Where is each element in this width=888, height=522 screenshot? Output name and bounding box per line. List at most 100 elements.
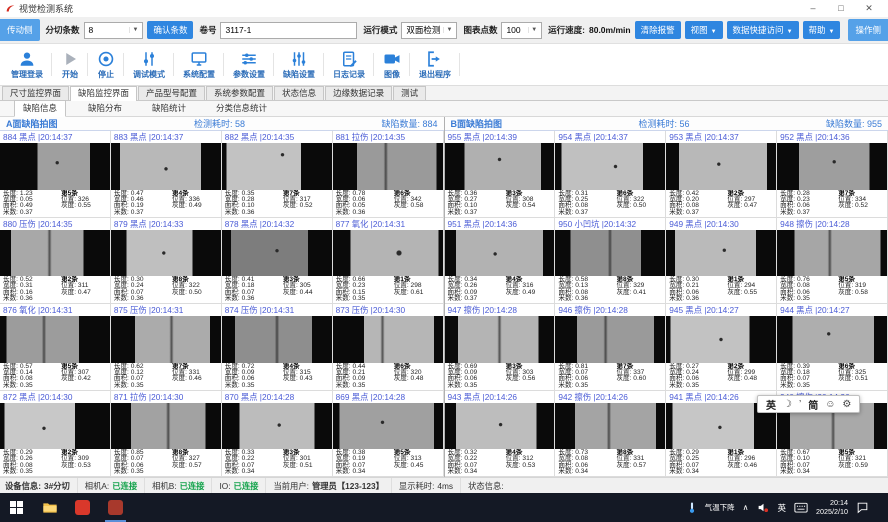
notification-center-icon[interactable] bbox=[856, 501, 869, 514]
main-tab-4[interactable]: 状态信息 bbox=[274, 86, 324, 100]
defect-cell[interactable]: 955 黑点 |20:14:39 长度: 0.36宽度: 0.27面积: 0.1… bbox=[445, 131, 556, 218]
action-button-stop[interactable]: 停止 bbox=[88, 44, 124, 85]
action-button-params-sliders[interactable]: 参数设置 bbox=[224, 44, 274, 85]
drive-side-button[interactable]: 传动侧 bbox=[0, 19, 40, 41]
defect-image[interactable] bbox=[111, 143, 221, 190]
hidden-icons-chevron[interactable]: ∧ bbox=[743, 503, 749, 512]
main-tab-6[interactable]: 测试 bbox=[393, 86, 426, 100]
defect-image[interactable] bbox=[445, 403, 555, 450]
defect-image[interactable] bbox=[222, 143, 332, 190]
confirm-count-button[interactable]: 确认条数 bbox=[147, 21, 193, 39]
defect-image[interactable] bbox=[111, 403, 221, 450]
defect-cell[interactable]: 949 黑点 |20:14:30 长度: 0.30宽度: 0.21面积: 0.0… bbox=[666, 218, 777, 305]
defect-cell[interactable]: 882 黑点 |20:14:35 长度: 0.35宽度: 0.28面积: 0.1… bbox=[222, 131, 333, 218]
ime-language-indicator[interactable]: 英 bbox=[778, 502, 787, 514]
defect-cell[interactable]: 954 黑点 |20:14:37 长度: 0.31宽度: 0.25面积: 0.0… bbox=[555, 131, 666, 218]
help-menu-button[interactable]: 帮助▼ bbox=[803, 21, 841, 39]
defect-cell[interactable]: 950 小凹坑 |20:14:32 长度: 0.58宽度: 0.13面积: 0.… bbox=[555, 218, 666, 305]
roll-number-input[interactable]: 3117-1 bbox=[220, 22, 357, 39]
defect-cell[interactable]: 872 黑点 |20:14:30 长度: 0.29宽度: 0.26面积: 0.0… bbox=[0, 391, 111, 478]
defect-cell[interactable]: 951 黑点 |20:14:36 长度: 0.34宽度: 0.26面积: 0.0… bbox=[445, 218, 556, 305]
defect-image[interactable] bbox=[555, 143, 665, 190]
action-button-user[interactable]: 管理登录 bbox=[2, 44, 52, 85]
action-button-defect-sliders[interactable]: 缺陷设置 bbox=[274, 44, 324, 85]
action-button-system-monitor[interactable]: 系统配置 bbox=[174, 44, 224, 85]
data-quick-access-button[interactable]: 数据快捷访问▼ bbox=[727, 21, 799, 39]
defect-image[interactable] bbox=[111, 230, 221, 277]
defect-cell[interactable]: 874 压伤 |20:14:31 长度: 0.72宽度: 0.09面积: 0.0… bbox=[222, 304, 333, 391]
main-tab-5[interactable]: 边缘数据记录 bbox=[325, 86, 392, 100]
defect-image[interactable] bbox=[445, 316, 555, 363]
defect-cell[interactable]: 870 黑点 |20:14:28 长度: 0.33宽度: 0.22面积: 0.0… bbox=[222, 391, 333, 478]
defect-cell[interactable]: 952 黑点 |20:14:36 长度: 0.28宽度: 0.23面积: 0.0… bbox=[777, 131, 888, 218]
defect-cell[interactable]: 879 黑点 |20:14:33 长度: 0.30宽度: 0.24面积: 0.0… bbox=[111, 218, 222, 305]
defect-cell[interactable]: 943 黑点 |20:14:26 长度: 0.32宽度: 0.22面积: 0.0… bbox=[445, 391, 556, 478]
main-tab-3[interactable]: 系统参数配置 bbox=[206, 86, 273, 100]
file-explorer-button[interactable] bbox=[33, 493, 66, 522]
defect-cell[interactable]: 948 擦伤 |20:14:28 长度: 0.76宽度: 0.08面积: 0.0… bbox=[777, 218, 888, 305]
clear-alarm-button[interactable]: 清除报警 bbox=[635, 21, 681, 39]
taskbar-clock[interactable]: 20:14 2025/2/10 bbox=[816, 499, 848, 516]
apostrophe-key[interactable]: ’ bbox=[799, 399, 801, 410]
chart-points-select[interactable]: 100 ▼ bbox=[501, 22, 542, 39]
speaker-icon[interactable] bbox=[757, 501, 770, 514]
defect-cell[interactable]: 944 黑点 |20:14:27 长度: 0.39宽度: 0.18面积: 0.0… bbox=[777, 304, 888, 391]
defect-cell[interactable]: 876 氧化 |20:14:31 长度: 0.57宽度: 0.14面积: 0.0… bbox=[0, 304, 111, 391]
app-button-detection[interactable] bbox=[99, 493, 132, 522]
action-button-debug-sliders[interactable]: 调试模式 bbox=[124, 44, 174, 85]
defect-cell[interactable]: 946 擦伤 |20:14:28 长度: 0.81宽度: 0.07面积: 0.0… bbox=[555, 304, 666, 391]
defect-image[interactable] bbox=[0, 316, 110, 363]
defect-cell[interactable]: 880 压伤 |20:14:35 长度: 0.52宽度: 0.31面积: 0.1… bbox=[0, 218, 111, 305]
sub-tab-2[interactable]: 缺陷统计 bbox=[144, 101, 194, 116]
defect-image[interactable] bbox=[333, 403, 443, 450]
app-button-red[interactable] bbox=[66, 493, 99, 522]
defect-image[interactable] bbox=[445, 143, 555, 190]
defect-cell[interactable]: 878 黑点 |20:14:32 长度: 0.41宽度: 0.18面积: 0.0… bbox=[222, 218, 333, 305]
defect-cell[interactable]: 869 黑点 |20:14:28 长度: 0.38宽度: 0.19面积: 0.0… bbox=[333, 391, 444, 478]
defect-image[interactable] bbox=[0, 403, 110, 450]
emoji-icon[interactable]: ☺ bbox=[825, 399, 835, 410]
run-mode-select[interactable]: 双面检测 ▼ bbox=[401, 22, 457, 39]
simplified-toggle[interactable]: 简 bbox=[808, 397, 818, 412]
sub-tab-3[interactable]: 分类信息统计 bbox=[208, 101, 275, 116]
defect-cell[interactable]: 942 擦伤 |20:14:26 长度: 0.73宽度: 0.08面积: 0.0… bbox=[555, 391, 666, 478]
defect-image[interactable] bbox=[333, 230, 443, 277]
defect-image[interactable] bbox=[111, 316, 221, 363]
defect-image[interactable] bbox=[555, 403, 665, 450]
defect-image[interactable] bbox=[0, 230, 110, 277]
defect-image[interactable] bbox=[555, 230, 665, 277]
touch-keyboard-icon[interactable] bbox=[794, 502, 808, 514]
view-menu-button[interactable]: 视图▼ bbox=[685, 21, 723, 39]
defect-cell[interactable]: 871 拉伤 |20:14:30 长度: 0.85宽度: 0.07面积: 0.0… bbox=[111, 391, 222, 478]
main-tab-1[interactable]: 缺陷监控界面 bbox=[70, 86, 137, 101]
defect-cell[interactable]: 881 拉伤 |20:14:35 长度: 0.78宽度: 0.06面积: 0.0… bbox=[333, 131, 444, 218]
defect-cell[interactable]: 877 氧化 |20:14:31 长度: 0.66宽度: 0.23面积: 0.1… bbox=[333, 218, 444, 305]
close-button[interactable]: ✕ bbox=[855, 0, 883, 17]
weather-text[interactable]: 气温下降 bbox=[705, 502, 735, 513]
defect-image[interactable] bbox=[445, 230, 555, 277]
defect-image[interactable] bbox=[666, 316, 776, 363]
defect-image[interactable] bbox=[666, 143, 776, 190]
operate-side-button[interactable]: 操作侧 bbox=[848, 19, 888, 41]
slit-count-select[interactable]: 8 ▼ bbox=[84, 22, 144, 39]
defect-image[interactable] bbox=[222, 316, 332, 363]
defect-cell[interactable]: 953 黑点 |20:14:37 长度: 0.42宽度: 0.20面积: 0.0… bbox=[666, 131, 777, 218]
defect-image[interactable] bbox=[777, 230, 887, 277]
defect-cell[interactable]: 875 压伤 |20:14:31 长度: 0.62宽度: 0.12面积: 0.0… bbox=[111, 304, 222, 391]
defect-cell[interactable]: 884 黑点 |20:14:37 长度: 1.23宽度: 0.05面积: 0.4… bbox=[0, 131, 111, 218]
defect-image[interactable] bbox=[555, 316, 665, 363]
moon-icon[interactable]: ☽ bbox=[783, 399, 792, 410]
minimize-button[interactable]: – bbox=[799, 0, 827, 17]
defect-image[interactable] bbox=[0, 143, 110, 190]
defect-image[interactable] bbox=[222, 403, 332, 450]
defect-image[interactable] bbox=[222, 230, 332, 277]
defect-cell[interactable]: 883 黑点 |20:14:37 长度: 0.47宽度: 0.46面积: 0.1… bbox=[111, 131, 222, 218]
defect-image[interactable] bbox=[333, 143, 443, 190]
action-button-camera[interactable]: 图像 bbox=[374, 44, 410, 85]
main-tab-0[interactable]: 尺寸监控界面 bbox=[2, 86, 69, 100]
defect-image[interactable] bbox=[333, 316, 443, 363]
thermometer-icon[interactable] bbox=[687, 501, 697, 514]
defect-image[interactable] bbox=[777, 316, 887, 363]
sub-tab-1[interactable]: 缺陷分布 bbox=[80, 101, 130, 116]
action-button-play[interactable]: 开始 bbox=[52, 44, 88, 85]
